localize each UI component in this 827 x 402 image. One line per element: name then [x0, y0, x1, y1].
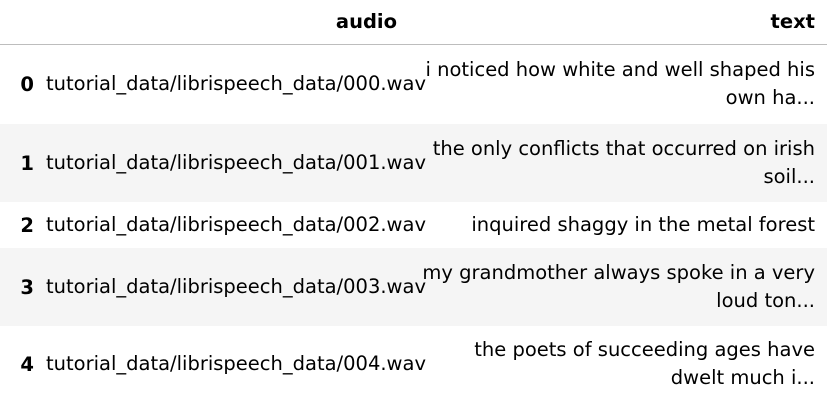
table-body: 0 tutorial_data/librispeech_data/000.wav… — [0, 44, 827, 402]
dataframe-table: audio text 0 tutorial_data/librispeech_d… — [0, 0, 827, 402]
row-index: 3 — [20, 275, 34, 299]
text-cell: i noticed how white and well shaped his … — [425, 58, 816, 110]
table-row: 4 tutorial_data/librispeech_data/004.wav… — [0, 326, 827, 402]
row-index: 2 — [20, 213, 34, 237]
audio-cell: tutorial_data/librispeech_data/004.wav — [46, 352, 426, 375]
column-header-text: text — [409, 0, 827, 45]
table-row: 3 tutorial_data/librispeech_data/003.wav… — [0, 248, 827, 326]
table-row: 0 tutorial_data/librispeech_data/000.wav… — [0, 44, 827, 124]
table-header: audio text — [0, 0, 827, 45]
column-header-audio: audio — [38, 0, 409, 45]
audio-cell: tutorial_data/librispeech_data/001.wav — [46, 151, 426, 174]
index-header — [0, 0, 38, 45]
text-cell: inquired shaggy in the metal forest — [471, 213, 815, 236]
table-row: 2 tutorial_data/librispeech_data/002.wav… — [0, 202, 827, 248]
audio-cell: tutorial_data/librispeech_data/002.wav — [46, 213, 426, 236]
row-index: 4 — [20, 352, 34, 376]
header-row: audio text — [0, 0, 827, 45]
audio-cell: tutorial_data/librispeech_data/003.wav — [46, 275, 426, 298]
row-index: 0 — [20, 72, 34, 96]
text-cell: the poets of succeeding ages have dwelt … — [474, 338, 815, 389]
audio-cell: tutorial_data/librispeech_data/000.wav — [46, 72, 426, 96]
text-cell: my grandmother always spoke in a very lo… — [422, 261, 815, 312]
table-row: 1 tutorial_data/librispeech_data/001.wav… — [0, 124, 827, 202]
row-index: 1 — [20, 151, 34, 175]
text-cell: the only conflicts that occurred on iris… — [432, 137, 815, 188]
